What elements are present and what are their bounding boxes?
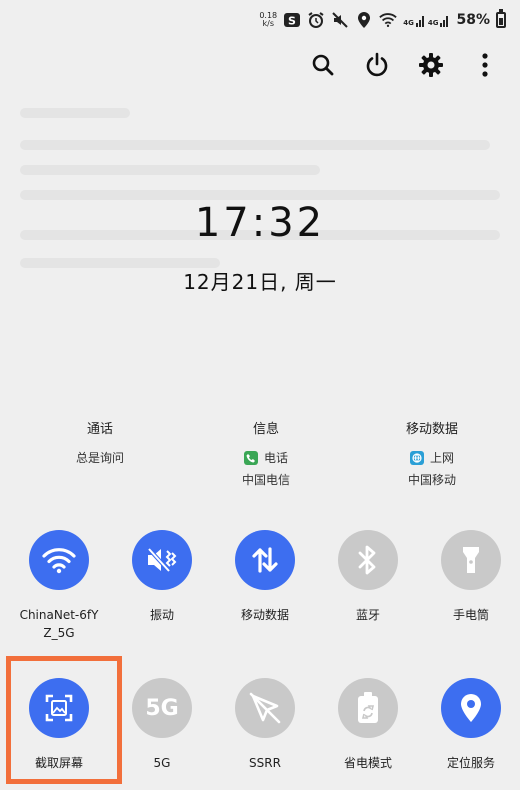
tile-location[interactable]: 定位服务	[421, 678, 520, 772]
ssrr-icon	[249, 692, 281, 724]
top-actions	[308, 50, 500, 80]
data-sim-setting[interactable]: 移动数据 上网 中国移动	[362, 418, 502, 491]
blurred-background	[0, 0, 520, 790]
search-button[interactable]	[308, 50, 338, 80]
screenshot-icon	[45, 694, 73, 722]
tile-battery-saver-button[interactable]	[338, 678, 398, 738]
sms-title: 信息	[252, 422, 279, 437]
settings-button[interactable]	[416, 50, 446, 80]
tile-screenshot-button[interactable]	[29, 678, 89, 738]
sogou-icon: S	[283, 11, 301, 29]
search-icon	[312, 54, 334, 76]
tile-flashlight-button[interactable]	[441, 530, 501, 590]
alarm-icon	[307, 11, 325, 29]
tile-mobile-data[interactable]: 移动数据	[215, 530, 315, 624]
tile-ssrr[interactable]: SSRR	[215, 678, 315, 772]
tile-location-button[interactable]	[441, 678, 501, 738]
signal-bars-icon	[415, 16, 424, 27]
tile-wifi-label: ChinaNet-6fY	[19, 608, 99, 622]
tile-wifi-label-2: Z_5G	[43, 626, 75, 640]
net-speed: 0.18 k/s	[259, 11, 278, 28]
battery-icon	[496, 9, 506, 28]
tile-vibrate[interactable]: 振动	[112, 530, 212, 624]
location-status-icon	[355, 11, 373, 29]
battery-saver-icon	[358, 692, 378, 723]
phone-icon	[243, 451, 258, 465]
svg-text:S: S	[288, 15, 296, 28]
tile-screenshot[interactable]: 截取屏幕	[9, 678, 109, 772]
wifi-icon	[42, 548, 76, 574]
call-value: 总是询问	[75, 451, 124, 465]
data-carrier: 中国移动	[407, 473, 456, 487]
tile-ssrr-label: SSRR	[249, 756, 281, 770]
5g-icon: 5G	[145, 695, 179, 721]
gear-icon	[419, 53, 443, 77]
location-icon	[461, 694, 481, 722]
call-title: 通话	[86, 422, 113, 437]
signal-strength: 4G 4G	[403, 13, 450, 27]
tile-battery-saver[interactable]: 省电模式	[318, 678, 418, 772]
tile-screenshot-label: 截取屏幕	[34, 756, 83, 770]
vibrate-icon	[147, 547, 177, 573]
tile-5g-button[interactable]: 5G	[132, 678, 192, 738]
power-button[interactable]	[362, 50, 392, 80]
clock-time: 17:32	[194, 200, 326, 246]
tile-flashlight[interactable]: 手电筒	[421, 530, 520, 624]
more-options-button[interactable]	[470, 50, 500, 80]
clock-date: 12月21日, 周一	[183, 270, 337, 294]
tile-battery-saver-label: 省电模式	[343, 756, 392, 770]
globe-icon	[409, 451, 424, 465]
data-arrows-icon	[252, 547, 278, 573]
tile-flashlight-label: 手电筒	[452, 608, 489, 622]
tile-mobile-data-button[interactable]	[235, 530, 295, 590]
flashlight-icon	[463, 547, 479, 573]
sms-carrier: 中国电信	[241, 473, 290, 487]
tile-bluetooth-label: 蓝牙	[355, 608, 380, 622]
more-vertical-icon	[482, 53, 488, 77]
tile-bluetooth-button[interactable]	[338, 530, 398, 590]
tile-5g[interactable]: 5G 5G	[112, 678, 212, 772]
status-bar: 0.18 k/s S 4G 4G 58%	[259, 6, 506, 34]
tile-5g-label: 5G	[153, 756, 171, 770]
signal-bars-icon	[440, 16, 449, 27]
data-title: 移动数据	[405, 422, 458, 437]
power-icon	[366, 52, 388, 77]
battery-percentage: 58%	[456, 12, 490, 28]
tile-location-label: 定位服务	[446, 756, 495, 770]
sms-app: 电话	[263, 451, 288, 465]
wifi-status-icon	[379, 11, 397, 29]
tile-vibrate-button[interactable]	[132, 530, 192, 590]
mute-icon	[331, 11, 349, 29]
call-sim-setting[interactable]: 通话 总是询问	[30, 418, 170, 469]
tile-bluetooth[interactable]: 蓝牙	[318, 530, 418, 624]
tile-vibrate-label: 振动	[149, 608, 174, 622]
tile-wifi-button[interactable]	[29, 530, 89, 590]
bluetooth-icon	[358, 545, 376, 575]
data-app: 上网	[429, 451, 454, 465]
tile-mobile-data-label: 移动数据	[240, 608, 289, 622]
sms-sim-setting[interactable]: 信息 电话 中国电信	[196, 418, 336, 491]
tile-wifi[interactable]: ChinaNet-6fY Z_5G	[9, 530, 109, 642]
tile-ssrr-button[interactable]	[235, 678, 295, 738]
